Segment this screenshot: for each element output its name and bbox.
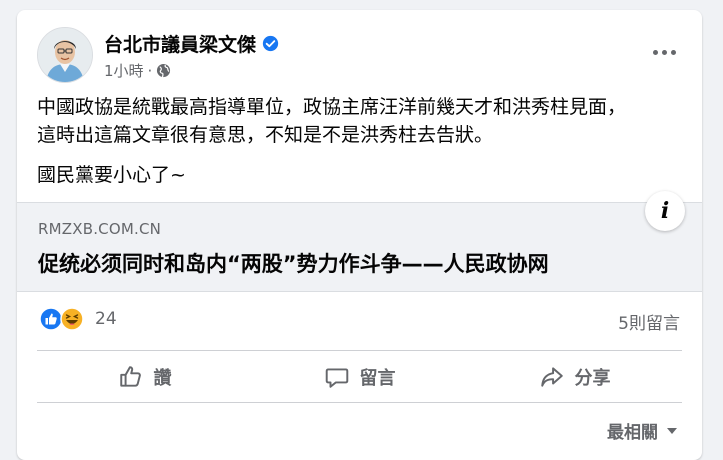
share-label: 分享 <box>574 368 611 389</box>
comment-button[interactable]: 留言 <box>252 352 467 402</box>
like-button[interactable]: 讚 <box>37 352 252 402</box>
avatar-image <box>38 28 92 82</box>
like-label: 讚 <box>153 368 172 389</box>
post-text: 中國政協是統戰最高指導單位，政協主席汪洋前幾天才和洪秀柱見面， 這時出這篇文章很… <box>37 93 687 189</box>
action-bar: 讚 留言 分享 <box>37 352 682 402</box>
post-meta: 1小時 · <box>104 60 171 81</box>
link-preview[interactable]: i RMZXB.COM.CN 促统必须同时和岛内“两股”势力作斗争——人民政协网 <box>17 191 702 292</box>
reactions-summary[interactable]: 24 <box>39 307 117 331</box>
reaction-count: 24 <box>95 309 117 329</box>
haha-reaction-icon <box>60 307 84 331</box>
link-headline[interactable]: 促统必须同时和岛内“两股”势力作斗争——人民政协网 <box>38 248 549 278</box>
link-domain: RMZXB.COM.CN <box>38 220 162 238</box>
divider <box>37 350 682 351</box>
more-dot-icon <box>652 49 658 55</box>
post-text-line-1: 中國政協是統戰最高指導單位，政協主席汪洋前幾天才和洪秀柱見面， <box>37 96 627 118</box>
author-name-row: 台北市議員梁文傑 <box>104 30 279 57</box>
post-card: 台北市議員梁文傑 1小時 · 中國政協是統戰最高指導單位，政協主席汪洋前幾天才和… <box>17 10 702 460</box>
comment-icon <box>325 368 348 388</box>
share-button[interactable]: 分享 <box>467 352 682 402</box>
comment-label: 留言 <box>359 368 396 389</box>
share-arrow-icon <box>540 367 563 387</box>
public-globe-icon[interactable] <box>156 63 171 78</box>
post-text-line-2: 這時出這篇文章很有意思，不知是不是洪秀柱去告狀。 <box>37 124 494 146</box>
more-dot-icon <box>661 49 667 55</box>
divider <box>37 402 682 403</box>
author-name[interactable]: 台北市議員梁文傑 <box>104 30 256 57</box>
more-dot-icon <box>670 49 676 55</box>
thumbs-up-icon <box>119 366 141 387</box>
comment-sort-dropdown[interactable]: 最相關 <box>607 418 678 443</box>
verified-badge-icon <box>262 35 279 52</box>
post-time[interactable]: 1小時 <box>104 60 144 81</box>
sort-label: 最相關 <box>607 423 658 443</box>
caret-down-icon <box>667 427 677 434</box>
info-icon[interactable]: i <box>645 191 685 231</box>
comments-count[interactable]: 5則留言 <box>618 309 680 334</box>
more-options-button[interactable] <box>646 40 682 64</box>
meta-separator: · <box>147 61 153 80</box>
post-text-line-3: 國民黨要小心了~ <box>37 164 186 186</box>
author-avatar[interactable] <box>37 27 93 83</box>
